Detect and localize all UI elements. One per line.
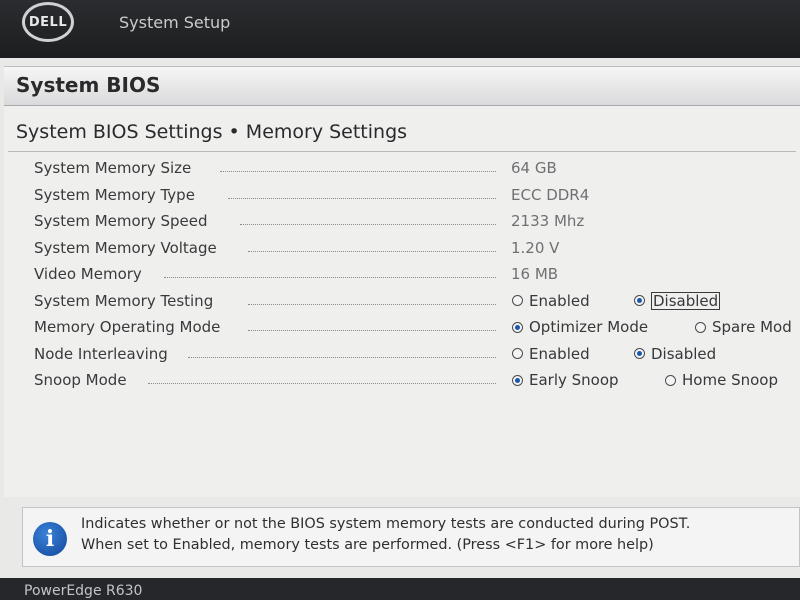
- settings-panel: System BIOS System BIOS Settings • Memor…: [4, 66, 800, 497]
- setting-value: ECC DDR4: [511, 185, 590, 204]
- setting-label: Memory Operating Mode: [34, 318, 221, 336]
- help-text: Indicates whether or not the BIOS system…: [81, 514, 690, 556]
- leader-dots: [240, 224, 496, 225]
- setting-row-memory-speed: System Memory Speed 2133 Mhz: [4, 208, 800, 235]
- setting-row-video-memory: Video Memory 16 MB: [4, 261, 800, 288]
- leader-dots: [164, 277, 496, 278]
- help-line-2: When set to Enabled, memory tests are pe…: [81, 537, 654, 553]
- leader-dots: [228, 197, 496, 199]
- help-line-1: Indicates whether or not the BIOS system…: [81, 516, 691, 532]
- radio-button-selected-icon[interactable]: [634, 348, 645, 359]
- setting-value: 16 MB: [511, 265, 559, 283]
- radio-option-disabled[interactable]: Disabled: [634, 345, 716, 363]
- setting-row-snoop-mode[interactable]: Snoop Mode Early Snoop Home Snoop: [4, 367, 800, 394]
- radio-option-disabled[interactable]: Disabled: [634, 291, 721, 310]
- logo-text: DELL: [28, 15, 68, 30]
- leader-dots: [248, 303, 496, 305]
- radio-button-selected-icon[interactable]: [512, 321, 523, 333]
- setting-label: Video Memory: [34, 265, 142, 283]
- radio-option-optimizer-mode[interactable]: Optimizer Mode: [512, 318, 648, 336]
- setting-value: 1.20 V: [511, 238, 560, 257]
- radio-button-icon[interactable]: [512, 348, 523, 359]
- info-icon: i: [33, 522, 67, 556]
- radio-label: Home Snoop: [682, 371, 778, 389]
- radio-button-icon[interactable]: [512, 295, 523, 306]
- setting-row-memory-testing[interactable]: System Memory Testing Enabled Disabled: [4, 288, 800, 315]
- leader-dots: [248, 330, 496, 331]
- radio-label: Enabled: [529, 344, 590, 363]
- radio-label: Enabled: [529, 291, 590, 310]
- bios-screen: DELL System Setup System BIOS System BIO…: [0, 0, 800, 600]
- radio-button-selected-icon[interactable]: [512, 374, 523, 386]
- radio-label: Disabled: [651, 344, 717, 363]
- radio-label-focused: Disabled: [651, 291, 721, 310]
- radio-option-enabled[interactable]: Enabled: [512, 345, 590, 363]
- radio-option-home-snoop[interactable]: Home Snoop: [665, 371, 778, 389]
- app-title: System Setup: [119, 13, 231, 32]
- help-box: i Indicates whether or not the BIOS syst…: [22, 507, 800, 567]
- setting-row-node-interleaving[interactable]: Node Interleaving Enabled Disabled: [4, 341, 800, 368]
- radio-label: Early Snoop: [529, 371, 619, 389]
- setting-value: 2133 Mhz: [511, 212, 585, 230]
- radio-label: Optimizer Mode: [529, 318, 649, 336]
- setting-label: System Memory Type: [34, 185, 195, 204]
- top-header-bar: DELL System Setup: [0, 0, 800, 58]
- settings-list: System Memory Size 64 GB System Memory T…: [4, 155, 800, 394]
- setting-label: System Memory Size: [34, 159, 192, 177]
- setting-label: Node Interleaving: [34, 344, 168, 363]
- radio-option-enabled[interactable]: Enabled: [512, 292, 590, 310]
- system-model: PowerEdge R630: [24, 583, 143, 599]
- leader-dots: [248, 250, 496, 252]
- page-title: System BIOS: [16, 73, 161, 97]
- setting-label: System Memory Voltage: [34, 238, 217, 257]
- leader-dots: [220, 171, 496, 172]
- radio-button-selected-icon[interactable]: [634, 295, 645, 306]
- setting-label: System Memory Speed: [34, 212, 208, 230]
- radio-option-spare-mode[interactable]: Spare Mod: [695, 318, 792, 336]
- setting-row-memory-size: System Memory Size 64 GB: [4, 155, 800, 182]
- footer-bar: PowerEdge R630: [0, 578, 800, 600]
- leader-dots: [188, 356, 496, 358]
- setting-row-operating-mode[interactable]: Memory Operating Mode Optimizer Mode Spa…: [4, 314, 800, 341]
- radio-button-icon[interactable]: [695, 321, 706, 333]
- setting-value: 64 GB: [511, 159, 557, 177]
- radio-button-icon[interactable]: [665, 374, 676, 386]
- panel-header: System BIOS: [4, 67, 800, 106]
- radio-label: Spare Mod: [712, 318, 792, 336]
- dell-logo: DELL: [22, 2, 74, 42]
- breadcrumb: System BIOS Settings • Memory Settings: [16, 121, 408, 143]
- leader-dots: [148, 383, 496, 384]
- setting-row-memory-voltage: System Memory Voltage 1.20 V: [4, 235, 800, 262]
- radio-option-early-snoop[interactable]: Early Snoop: [512, 371, 619, 389]
- setting-row-memory-type: System Memory Type ECC DDR4: [4, 182, 800, 209]
- divider: [8, 151, 796, 152]
- setting-label: System Memory Testing: [34, 291, 214, 310]
- setting-label: Snoop Mode: [34, 371, 127, 389]
